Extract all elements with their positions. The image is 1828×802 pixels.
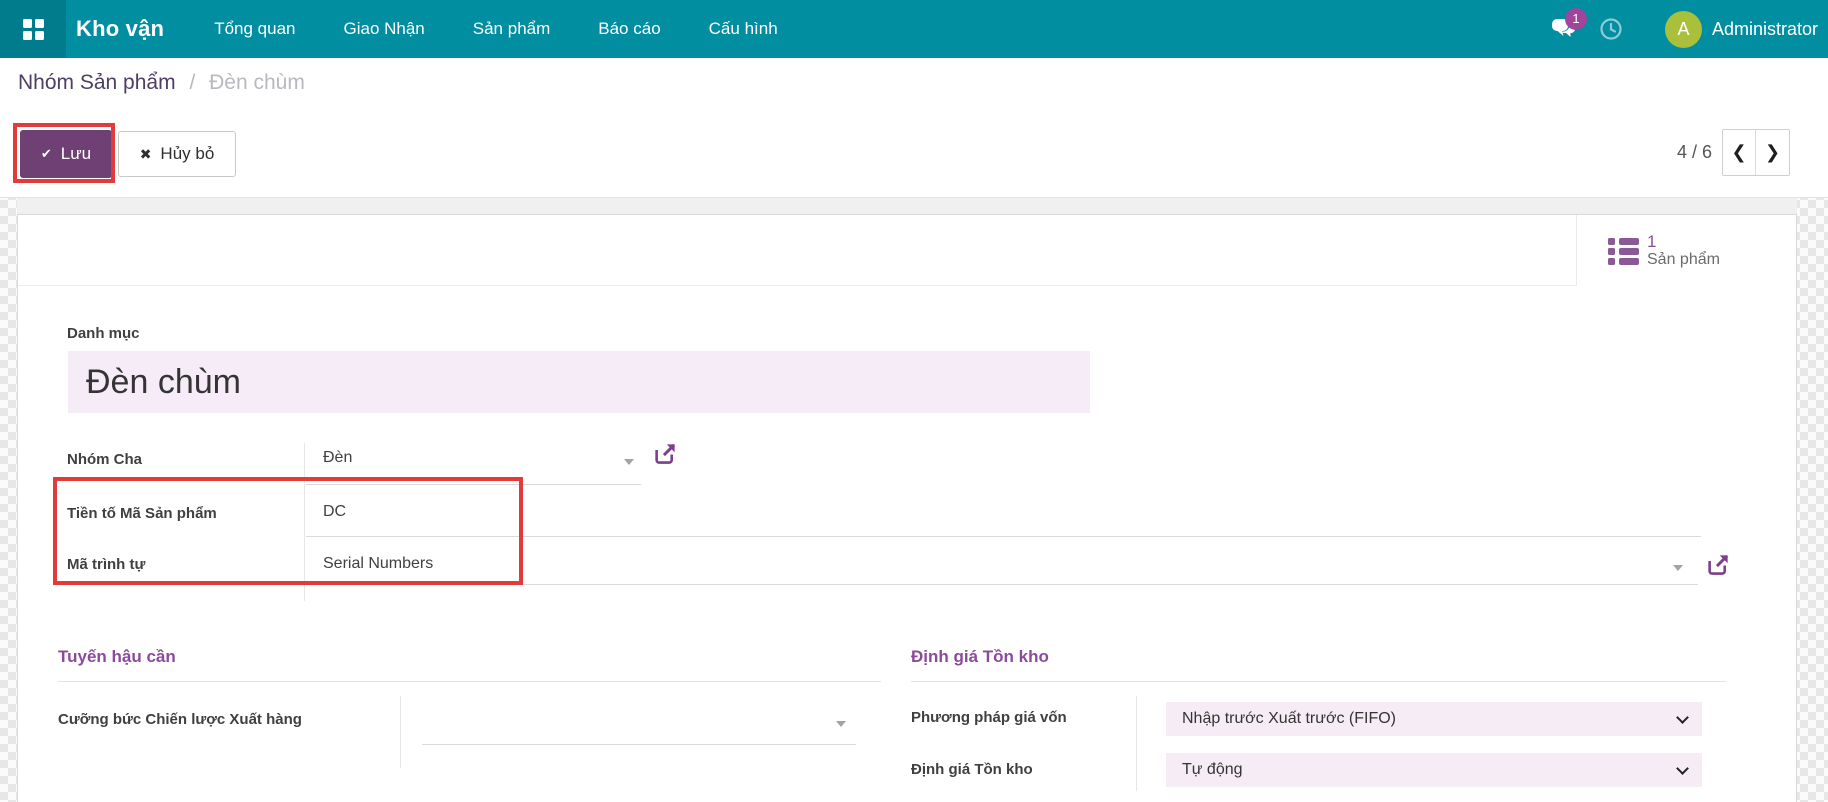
save-button-label: Lưu bbox=[61, 144, 91, 164]
parent-external-link-icon[interactable] bbox=[651, 441, 678, 473]
inventory-valuation-label: Định giá Tồn kho bbox=[911, 761, 1033, 778]
costing-method-value: Nhập trước Xuất trước (FIFO) bbox=[1182, 710, 1396, 728]
costing-method-label: Phương pháp giá vốn bbox=[911, 709, 1067, 726]
pager-next-button[interactable]: ❯ bbox=[1756, 130, 1789, 175]
pager-counter: 4 / 6 bbox=[1677, 142, 1712, 163]
user-menu[interactable]: Administrator bbox=[1712, 19, 1818, 40]
sequence-label: Mã trình tự bbox=[67, 556, 145, 573]
logistics-title-separator bbox=[58, 681, 881, 682]
avatar[interactable]: A bbox=[1665, 11, 1702, 48]
valuation-group-title: Định giá Tồn kho bbox=[911, 647, 1049, 667]
breadcrumb: Nhóm Sản phẩm / Đèn chùm bbox=[18, 71, 305, 95]
logistics-label-divider bbox=[400, 696, 401, 768]
menu-item-transfers[interactable]: Giao Nhận bbox=[319, 0, 448, 58]
pager-buttons: ❮ ❯ bbox=[1722, 129, 1790, 176]
parent-field-underline bbox=[306, 484, 641, 485]
prefix-field-underline bbox=[306, 536, 1701, 537]
apps-grid-icon bbox=[23, 19, 43, 39]
breadcrumb-parent[interactable]: Nhóm Sản phẩm bbox=[18, 71, 176, 94]
activities-button[interactable] bbox=[1599, 17, 1623, 41]
products-smart-button[interactable]: 1 Sản phẩm bbox=[1576, 215, 1796, 286]
messages-button[interactable]: 1 bbox=[1550, 17, 1577, 42]
navbar-right: 1 A Administrator bbox=[1550, 0, 1828, 58]
inventory-valuation-select[interactable]: Tự động bbox=[1166, 753, 1702, 787]
check-icon: ✔ bbox=[41, 146, 52, 162]
label-column-divider bbox=[304, 443, 305, 601]
category-name-input[interactable] bbox=[68, 351, 1090, 413]
close-icon: ✖ bbox=[140, 146, 152, 163]
messages-badge: 1 bbox=[1565, 8, 1587, 30]
sheet-header: 1 Sản phẩm bbox=[18, 215, 1796, 286]
menu-item-reports[interactable]: Báo cáo bbox=[574, 0, 684, 58]
select-chevron-icon bbox=[1676, 762, 1689, 775]
menu-item-products[interactable]: Sản phẩm bbox=[449, 0, 575, 58]
discard-button-label: Hủy bỏ bbox=[160, 144, 214, 164]
costing-method-select[interactable]: Nhập trước Xuất trước (FIFO) bbox=[1166, 702, 1702, 736]
select-chevron-icon bbox=[1676, 711, 1689, 724]
sequence-field-underline bbox=[306, 584, 1698, 585]
parent-category-label: Nhóm Cha bbox=[67, 451, 142, 468]
valuation-title-separator bbox=[911, 681, 1726, 682]
discard-button[interactable]: ✖ Hủy bỏ bbox=[118, 131, 236, 177]
removal-strategy-caret-icon[interactable] bbox=[836, 721, 846, 727]
sequence-dropdown-caret-icon[interactable] bbox=[1673, 565, 1683, 571]
smart-button-count: 1 bbox=[1647, 232, 1720, 252]
smart-button-label: Sản phẩm bbox=[1647, 251, 1720, 269]
category-field-label: Danh mục bbox=[67, 325, 140, 342]
breadcrumb-separator: / bbox=[189, 71, 195, 94]
top-navbar: Kho vận Tổng quan Giao Nhận Sản phẩm Báo… bbox=[0, 0, 1828, 58]
chevron-left-icon: ❮ bbox=[1731, 142, 1746, 163]
removal-strategy-underline bbox=[422, 744, 856, 745]
sequence-value[interactable]: Serial Numbers bbox=[323, 555, 433, 573]
prefix-value[interactable]: DC bbox=[323, 503, 346, 521]
apps-menu-button[interactable] bbox=[0, 0, 66, 58]
app-title[interactable]: Kho vận bbox=[76, 16, 164, 42]
valuation-label-divider bbox=[1136, 696, 1137, 791]
content-area: 1 Sản phẩm Danh mục Nhóm Cha Đèn Tiền tố… bbox=[17, 198, 1797, 802]
save-button[interactable]: ✔ Lưu bbox=[20, 130, 112, 178]
list-icon bbox=[1608, 237, 1639, 265]
logistics-group-title: Tuyến hậu cần bbox=[58, 647, 176, 667]
chevron-right-icon: ❯ bbox=[1765, 142, 1780, 163]
pager-previous-button[interactable]: ❮ bbox=[1723, 130, 1756, 175]
inventory-valuation-value: Tự động bbox=[1182, 761, 1243, 779]
main-menu: Tổng quan Giao Nhận Sản phẩm Báo cáo Cấu… bbox=[190, 0, 801, 58]
breadcrumb-current: Đèn chùm bbox=[209, 71, 305, 94]
menu-item-settings[interactable]: Cấu hình bbox=[685, 0, 802, 58]
control-panel: Nhóm Sản phẩm / Đèn chùm ✔ Lưu ✖ Hủy bỏ … bbox=[0, 58, 1828, 198]
parent-dropdown-caret-icon[interactable] bbox=[624, 459, 634, 465]
prefix-label: Tiền tố Mã Sản phẩm bbox=[67, 505, 217, 522]
sequence-external-link-icon[interactable] bbox=[1704, 552, 1731, 584]
removal-strategy-label: Cưỡng bức Chiến lược Xuất hàng bbox=[58, 711, 302, 728]
clock-icon bbox=[1599, 17, 1623, 41]
form-sheet: 1 Sản phẩm Danh mục Nhóm Cha Đèn Tiền tố… bbox=[17, 214, 1797, 802]
menu-item-overview[interactable]: Tổng quan bbox=[190, 0, 319, 58]
parent-category-value[interactable]: Đèn bbox=[323, 449, 352, 467]
